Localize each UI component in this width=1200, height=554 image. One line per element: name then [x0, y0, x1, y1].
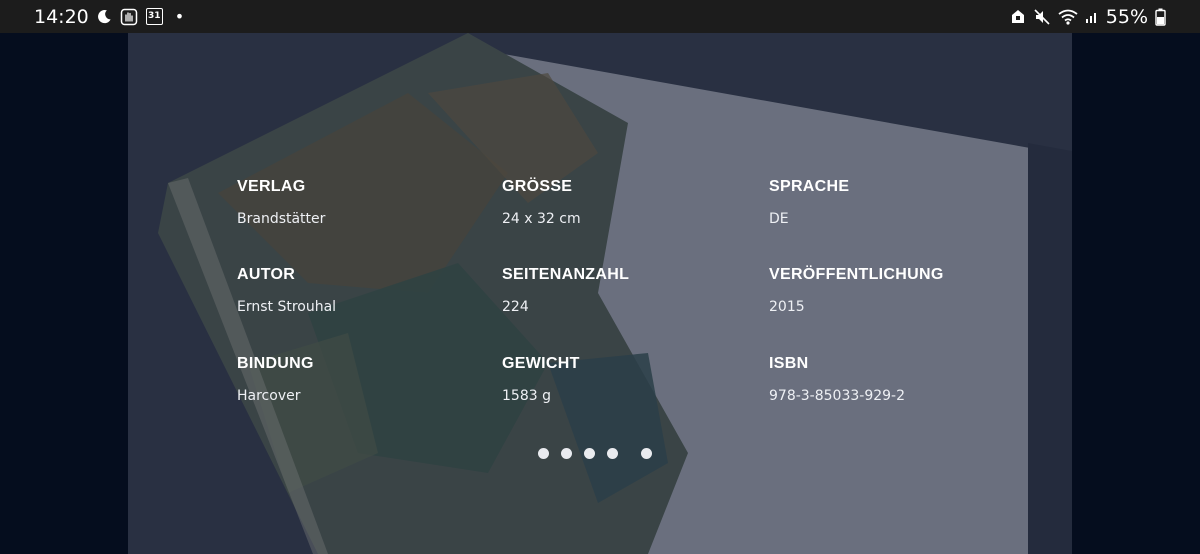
detail-value: 2015: [769, 299, 805, 315]
detail-value: Harcover: [237, 388, 301, 404]
detail-groesse: GRÖSSE 24 x 32 cm: [502, 178, 581, 227]
detail-autor: AUTOR Ernst Strouhal: [237, 266, 336, 315]
detail-label: SEITENANZAHL: [502, 266, 630, 283]
mute-icon: [1033, 8, 1051, 26]
wifi-icon: [1058, 9, 1078, 25]
lock-house-icon: [1010, 8, 1026, 25]
detail-bindung: BINDUNG Harcover: [237, 355, 314, 404]
moon-icon: [97, 9, 112, 24]
page-dot-1[interactable]: [538, 447, 549, 459]
detail-label: GRÖSSE: [502, 178, 573, 195]
page-dot-4[interactable]: [607, 447, 618, 459]
signal-icon: [1085, 9, 1099, 24]
detail-value: Brandstätter: [237, 211, 326, 227]
calendar-icon: 31: [145, 8, 163, 25]
detail-gewicht: GEWICHT 1583 g: [502, 355, 580, 404]
page-dot-3[interactable]: [584, 447, 595, 459]
detail-value: 224: [502, 299, 529, 315]
page-dot-5[interactable]: [641, 447, 652, 459]
detail-verlag: VERLAG Brandstätter: [237, 178, 325, 227]
carousel-pagination: [538, 447, 664, 459]
status-time: 14:20: [34, 5, 89, 28]
battery-percent: 55%: [1105, 5, 1148, 28]
detail-label: SPRACHE: [769, 178, 850, 195]
left-margin: [0, 33, 128, 554]
detail-label: BINDUNG: [237, 355, 314, 372]
status-bar: 14:20 31 • 55%: [0, 0, 1200, 33]
detail-seitenanzahl: SEITENANZAHL 224: [502, 266, 629, 315]
right-margin: [1072, 33, 1200, 554]
detail-label: AUTOR: [237, 266, 296, 283]
page-dot-2[interactable]: [561, 447, 572, 459]
detail-value: Ernst Strouhal: [237, 299, 337, 315]
calendar-day: 31: [145, 8, 163, 25]
detail-value: 1583 g: [502, 388, 551, 404]
detail-value: 978-3-85033-929-2: [769, 388, 906, 404]
book-details-slide[interactable]: VERLAG Brandstätter GRÖSSE 24 x 32 cm SP…: [128, 33, 1072, 554]
detail-isbn: ISBN 978-3-85033-929-2: [769, 355, 905, 404]
detail-value: DE: [769, 211, 789, 227]
detail-value: 24 x 32 cm: [502, 211, 581, 227]
detail-label: GEWICHT: [502, 355, 580, 372]
notification-dot: •: [174, 7, 185, 26]
detail-label: VERÖFFENTLICHUNG: [769, 266, 944, 283]
battery-icon: [1155, 8, 1166, 26]
hand-icon: [120, 8, 138, 26]
detail-sprache: SPRACHE DE: [769, 178, 849, 227]
detail-label: ISBN: [769, 355, 809, 372]
detail-label: VERLAG: [237, 178, 306, 195]
detail-veroeffentlichung: VERÖFFENTLICHUNG 2015: [769, 266, 944, 315]
